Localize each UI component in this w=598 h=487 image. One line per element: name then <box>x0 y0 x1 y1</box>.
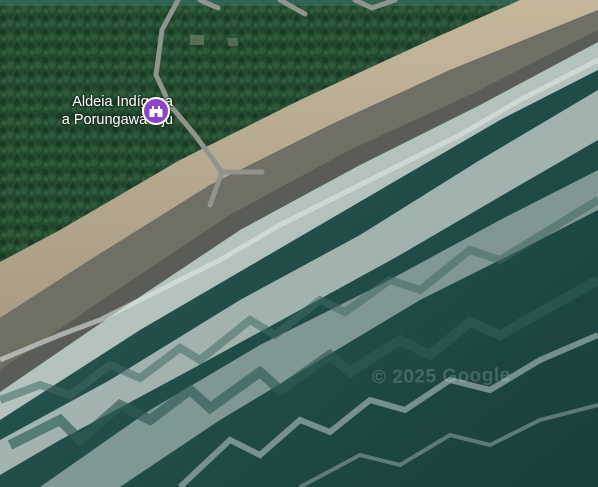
clearing <box>228 38 238 46</box>
forest-top-teal <box>0 0 520 6</box>
landmark-pin-icon[interactable] <box>141 96 171 126</box>
satellite-map[interactable]: Aldeia Indígena a Porungawa Dju © 2025 G… <box>0 0 598 487</box>
satellite-imagery <box>0 0 598 487</box>
clearing <box>190 35 204 45</box>
map-watermark: © 2025 Google <box>371 364 511 389</box>
